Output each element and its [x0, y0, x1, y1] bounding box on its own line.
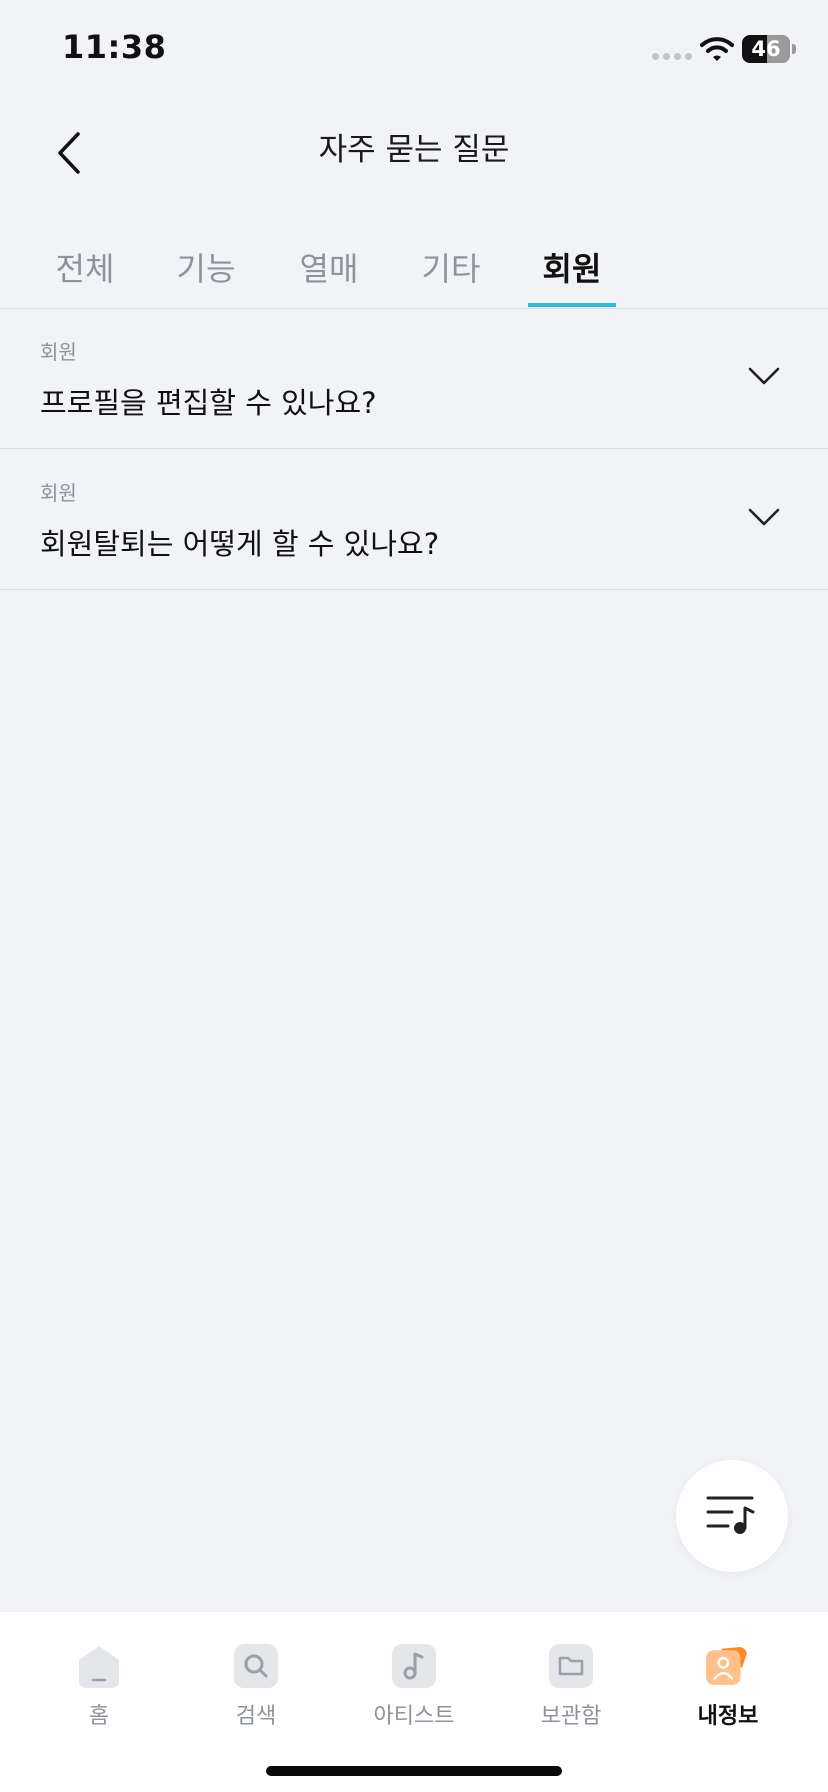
nav-label: 내정보	[697, 1704, 759, 1729]
home-icon	[79, 1646, 119, 1688]
faq-list: 회원 프로필을 편집할 수 있나요? 회원 회원탈퇴는 어떻게 할 수 있나요?	[0, 308, 828, 590]
nav-label: 보관함	[540, 1704, 602, 1729]
playlist-icon	[706, 1496, 755, 1534]
faq-screen: 11:38 46 자주 묻는 질문 전체 기능 열매 기타 회원 회원 프로필을…	[0, 0, 828, 1792]
artist-icon	[392, 1644, 436, 1688]
page-title: 자주 묻는 질문	[318, 132, 510, 168]
search-icon	[234, 1644, 278, 1688]
nav-label: 검색	[235, 1704, 277, 1729]
chevron-down-icon	[748, 367, 780, 385]
playlist-button[interactable]	[676, 1460, 788, 1572]
nav-library[interactable]: 보관함	[511, 1628, 631, 1729]
nav-search[interactable]: 검색	[196, 1628, 316, 1729]
profile-icon	[706, 1647, 747, 1685]
active-tab-indicator	[528, 303, 616, 307]
tab-features[interactable]: 기능	[161, 244, 251, 308]
faq-category: 회원	[40, 340, 77, 364]
tab-all[interactable]: 전체	[40, 244, 130, 308]
status-time: 11:38	[62, 28, 167, 66]
faq-item[interactable]: 회원 프로필을 편집할 수 있나요?	[0, 308, 828, 449]
folder-icon	[549, 1644, 593, 1688]
nav-label: 홈	[88, 1704, 110, 1729]
nav-label: 아티스트	[373, 1704, 455, 1729]
category-tabs: 전체 기능 열매 기타 회원	[0, 224, 828, 309]
chevron-down-icon	[748, 508, 780, 526]
cellular-signal-icon	[652, 53, 692, 60]
battery-icon: 46	[742, 35, 790, 63]
nav-home[interactable]: 홈	[39, 1628, 159, 1729]
bottom-nav: 홈 검색 아티스트 보관함 내정보	[0, 1612, 828, 1792]
faq-question: 회원탈퇴는 어떻게 할 수 있나요?	[40, 527, 440, 561]
tab-member[interactable]: 회원	[527, 244, 617, 308]
tab-etc[interactable]: 기타	[406, 244, 496, 308]
battery-cap	[792, 44, 796, 54]
wifi-icon	[700, 37, 734, 61]
battery-level: 46	[751, 37, 781, 61]
faq-item[interactable]: 회원 회원탈퇴는 어떻게 할 수 있나요?	[0, 449, 828, 590]
nav-artist[interactable]: 아티스트	[354, 1628, 474, 1729]
faq-category: 회원	[40, 481, 77, 505]
header: 자주 묻는 질문	[0, 100, 828, 220]
tab-fruit[interactable]: 열매	[284, 244, 374, 308]
status-bar: 11:38 46	[0, 0, 828, 100]
nav-my-info[interactable]: 내정보	[668, 1628, 788, 1729]
faq-question: 프로필을 편집할 수 있나요?	[40, 386, 377, 420]
home-indicator	[266, 1766, 562, 1776]
